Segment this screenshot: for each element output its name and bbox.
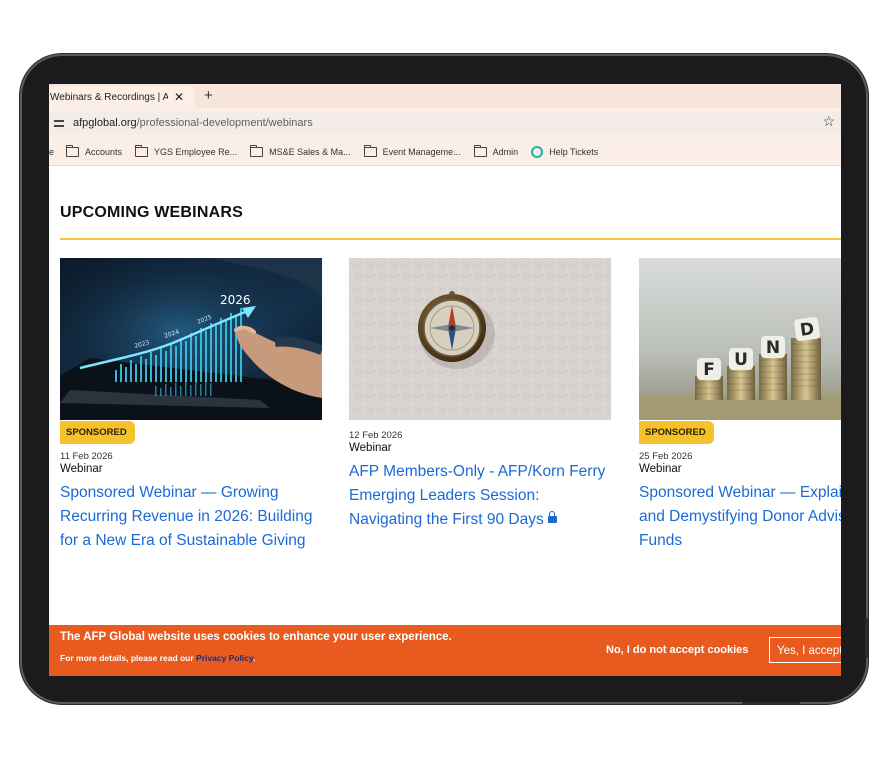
tablet-bottom-button: [742, 702, 800, 705]
bookmark-label: Accounts: [85, 147, 123, 157]
bookmark-accounts[interactable]: Accounts: [66, 145, 123, 157]
url-path: /professional-development/webinars: [136, 117, 313, 129]
decline-cookies-button[interactable]: No, I do not accept cookies: [606, 644, 748, 656]
address-bar: afpglobal.org/professional-development/w…: [49, 108, 841, 139]
section-divider: [60, 238, 841, 240]
cookie-banner: The AFP Global website uses cookies to e…: [49, 625, 841, 676]
cookie-details: For more details, please read our Privac…: [60, 653, 255, 663]
folder-icon: [66, 145, 80, 157]
privacy-policy-link[interactable]: Privacy Policy: [196, 653, 253, 663]
webinar-type: Webinar: [349, 442, 392, 454]
url-field[interactable]: afpglobal.org/professional-development/w…: [49, 112, 841, 134]
bookmark-label: YGS Employee Re...: [154, 147, 238, 157]
bookmarks-bar: e Accounts YGS Employee Re... MS&E Sales…: [49, 139, 841, 166]
fund-letter: N: [766, 338, 780, 358]
accept-cookies-button[interactable]: Yes, I accept cookies: [769, 637, 841, 663]
bookmark-star-icon[interactable]: ☆: [822, 113, 835, 130]
webinar-thumbnail-growth-chart[interactable]: 2023 2024 2025 2026: [60, 258, 322, 420]
cookie-message: The AFP Global website uses cookies to e…: [60, 631, 452, 643]
bookmark-label: Admin: [492, 147, 519, 157]
bookmark-mse[interactable]: MS&E Sales & Ma...: [250, 145, 351, 157]
webinar-title-link[interactable]: Sponsored Webinar — Growing Recurring Re…: [60, 481, 322, 553]
webinar-card[interactable]: 2023 2024 2025 2026 SPONSORED 11 Feb 202…: [60, 258, 322, 553]
webinar-title-text: AFP Members-Only - AFP/Korn Ferry Emergi…: [349, 463, 606, 528]
growth-chart-image: 2023 2024 2025 2026: [60, 258, 322, 420]
webinar-type: Webinar: [639, 463, 682, 475]
bookmark-ygs[interactable]: YGS Employee Re...: [135, 145, 238, 157]
webinar-thumbnail-compass[interactable]: [349, 258, 611, 420]
fund-coins-image: F U N D: [639, 258, 841, 420]
webinar-type: Webinar: [60, 463, 103, 475]
webinar-date: 11 Feb 2026: [60, 451, 113, 462]
cookie-details-prefix: For more details, please read our: [60, 653, 197, 663]
lock-icon: [547, 511, 557, 523]
chart-year-main: 2026: [220, 293, 251, 307]
folder-icon: [250, 145, 264, 157]
webinar-title-link[interactable]: AFP Members-Only - AFP/Korn Ferry Emergi…: [349, 460, 611, 532]
fund-letter: U: [734, 350, 748, 370]
bookmark-label: Help Tickets: [549, 147, 599, 157]
fund-letter: F: [703, 360, 715, 380]
bookmark-label: MS&E Sales & Ma...: [269, 147, 351, 157]
bookmark-item[interactable]: e: [49, 147, 54, 157]
bookmark-admin[interactable]: Admin: [473, 145, 519, 157]
compass-image: [349, 258, 611, 420]
tab-bar: Webinars & Recordings | Asso ✕ +: [49, 84, 841, 108]
new-tab-icon[interactable]: +: [204, 87, 213, 104]
section-title: UPCOMING WEBINARS: [60, 204, 243, 221]
fund-letter: D: [799, 319, 816, 341]
sponsored-badge: SPONSORED: [60, 421, 135, 444]
folder-icon: [135, 145, 149, 157]
url-host: afpglobal.org: [73, 117, 137, 129]
tab-title: Webinars & Recordings | Asso: [50, 91, 168, 103]
webinar-title-link[interactable]: Sponsored Webinar — Explaining and Demys…: [639, 481, 841, 553]
bookmark-event[interactable]: Event Manageme...: [363, 145, 461, 157]
help-tickets-icon: [531, 146, 544, 158]
tablet-screen: Webinars & Recordings | Asso ✕ + afpglob…: [49, 84, 841, 676]
sponsored-badge: SPONSORED: [639, 421, 714, 444]
bookmark-help-tickets[interactable]: Help Tickets: [531, 146, 598, 158]
close-tab-icon[interactable]: ✕: [174, 90, 184, 104]
tablet-side-button: [865, 618, 868, 658]
browser-tab[interactable]: Webinars & Recordings | Asso ✕: [49, 86, 195, 108]
cookie-details-suffix: .: [253, 653, 256, 663]
bookmark-label: e: [49, 147, 55, 157]
webinar-date: 25 Feb 2026: [639, 451, 693, 462]
folder-icon: [363, 145, 377, 157]
bookmark-label: Event Manageme...: [382, 147, 461, 157]
webinar-date: 12 Feb 2026: [349, 430, 403, 441]
webinar-thumbnail-fund-coins[interactable]: F U N D: [639, 258, 841, 420]
webinar-card[interactable]: F U N D SPONSORED 25 Feb 2026 Webinar Sp…: [639, 258, 841, 553]
folder-icon: [473, 145, 487, 157]
site-settings-icon[interactable]: [53, 116, 67, 130]
webinars-page: UPCOMING WEBINARS 2023 2024 2025 2026 SP…: [49, 166, 841, 676]
webinar-card[interactable]: 12 Feb 2026 Webinar AFP Members-Only - A…: [349, 258, 611, 532]
